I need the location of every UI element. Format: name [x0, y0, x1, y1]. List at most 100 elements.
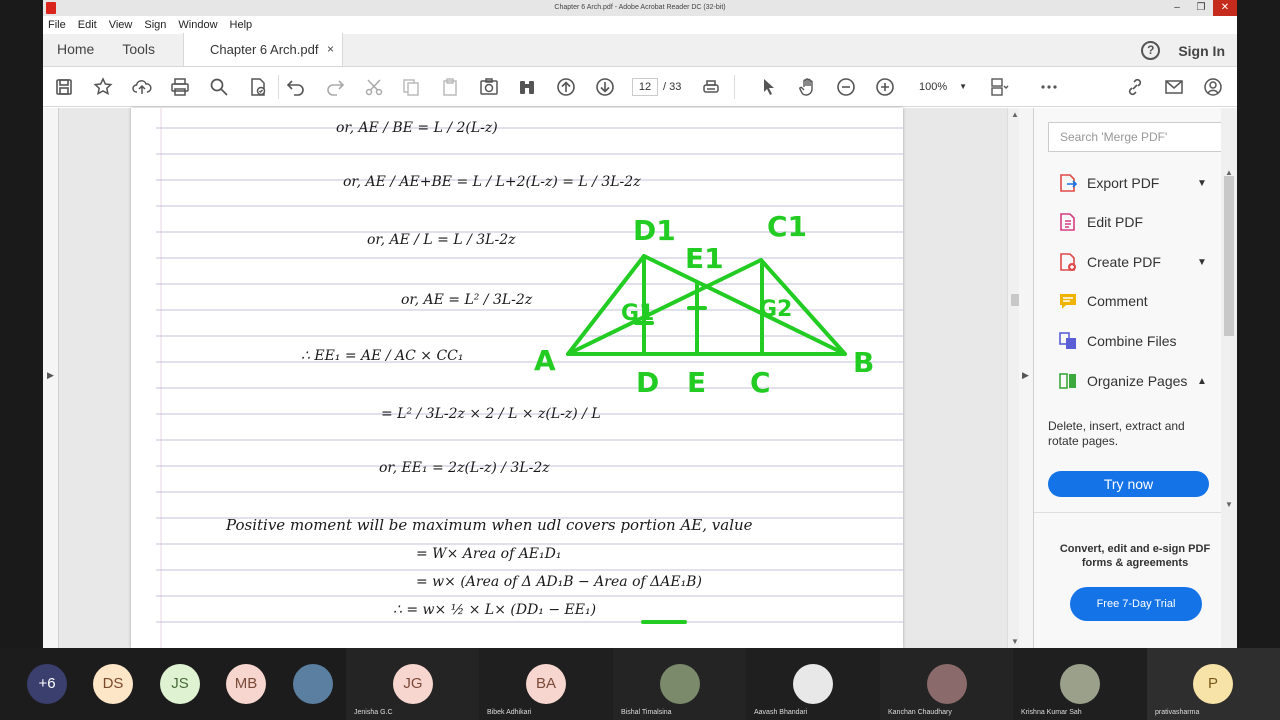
share-link-icon[interactable]	[1125, 77, 1145, 97]
copy-icon[interactable]	[401, 77, 421, 97]
help-icon[interactable]: ?	[1141, 41, 1161, 60]
next-page-icon[interactable]	[595, 77, 615, 97]
previous-page-icon[interactable]	[556, 77, 576, 97]
participant-tile[interactable]: P prativasharma	[1147, 648, 1280, 720]
participant-group: +6 DS JS MB	[0, 648, 346, 720]
cut-icon[interactable]	[364, 77, 384, 97]
free-trial-button[interactable]: Free 7-Day Trial	[1070, 587, 1202, 621]
minimize-button[interactable]: –	[1165, 0, 1189, 16]
tool-export-pdf[interactable]: Export PDF ▼	[1058, 171, 1207, 195]
read-aloud-icon[interactable]	[701, 77, 721, 97]
scroll-up-icon[interactable]: ▲	[1011, 110, 1019, 119]
tab-home[interactable]: Home	[43, 33, 108, 66]
try-now-button[interactable]: Try now	[1048, 471, 1209, 497]
diagram-labels: A B D E C D1 E1 C1 G1 G2	[534, 210, 874, 399]
expand-left-pane-icon[interactable]: ▶	[47, 370, 54, 381]
tool-edit-pdf[interactable]: Edit PDF	[1058, 210, 1143, 234]
avatar[interactable]: DS	[93, 664, 133, 704]
tool-comment[interactable]: Comment	[1058, 289, 1148, 313]
scrollbar-thumb[interactable]	[1224, 176, 1234, 336]
avatar	[660, 664, 700, 704]
cloud-upload-icon[interactable]	[132, 77, 152, 97]
avatar	[1060, 664, 1100, 704]
tool-export-pdf-label: Export PDF	[1087, 175, 1160, 191]
participant-name: Bishal Timalsina	[621, 709, 672, 716]
panel-divider	[1034, 512, 1224, 513]
tool-create-pdf[interactable]: Create PDF ▼	[1058, 250, 1207, 274]
save-icon[interactable]	[54, 77, 74, 97]
select-cursor-icon[interactable]	[759, 77, 779, 97]
avatar[interactable]	[293, 664, 333, 704]
tools-pane-scrollbar[interactable]: ▲ ▼	[1221, 108, 1237, 648]
participant-tile[interactable]: Aavash Bhandari	[746, 648, 880, 720]
avatar[interactable]: MB	[226, 664, 266, 704]
zoom-in-icon[interactable]	[875, 77, 895, 97]
tool-combine-files-label: Combine Files	[1087, 333, 1177, 349]
tab-document[interactable]: Chapter 6 Arch.pdf ×	[183, 33, 344, 66]
compare-icon[interactable]	[517, 77, 537, 97]
participant-name: prativasharma	[1155, 709, 1200, 716]
zoom-level-dropdown[interactable]: 100% ▼	[909, 78, 971, 96]
redo-icon[interactable]	[325, 77, 345, 97]
avatar[interactable]: JS	[160, 664, 200, 704]
sign-in-button[interactable]: Sign In	[1178, 43, 1225, 59]
tool-comment-label: Comment	[1087, 293, 1148, 309]
chevron-down-icon[interactable]: ▼	[1197, 257, 1207, 268]
zoom-level-value: 100%	[919, 81, 948, 93]
label-e1: E1	[685, 242, 724, 275]
menu-bar: File Edit View Sign Window Help	[43, 16, 1237, 34]
tab-tools[interactable]: Tools	[108, 33, 169, 66]
collapse-right-pane-icon[interactable]: ▶	[1022, 370, 1029, 381]
hand-tool-icon[interactable]	[798, 77, 818, 97]
toolbar-separator	[278, 75, 279, 99]
avatar: BA	[526, 664, 566, 704]
participant-tile[interactable]: Bishal Timalsina	[613, 648, 746, 720]
participant-tile[interactable]: Kanchan Chaudhary	[880, 648, 1013, 720]
page-number-input[interactable]: 12	[632, 78, 658, 96]
close-tab-icon[interactable]: ×	[327, 33, 334, 66]
page-display-icon[interactable]	[989, 77, 1009, 97]
right-pane-toggle[interactable]: ▶	[1019, 108, 1033, 648]
star-icon[interactable]	[93, 77, 113, 97]
participant-tile[interactable]: Krishna Kumar Sah	[1013, 648, 1147, 720]
note-line-6: = L² / 3L-2z × 2 / L × z(L-z) / L	[381, 406, 601, 422]
menu-sign[interactable]: Sign	[144, 19, 166, 31]
menu-file[interactable]: File	[48, 19, 66, 31]
menu-help[interactable]: Help	[230, 19, 253, 31]
meeting-participants-bar: +6 DS JS MB JG Jenisha G.C BA Bibek Adhi…	[0, 648, 1280, 720]
chevron-down-icon: ▼	[959, 82, 967, 91]
maximize-button[interactable]: ❐	[1189, 0, 1213, 16]
tools-search-input[interactable]: Search 'Merge PDF'	[1048, 122, 1224, 152]
email-icon[interactable]	[1164, 77, 1184, 97]
menu-window[interactable]: Window	[178, 19, 217, 31]
scroll-down-icon[interactable]: ▼	[1225, 500, 1233, 509]
acrobat-app-icon	[46, 2, 56, 14]
chevron-down-icon[interactable]: ▼	[1197, 178, 1207, 189]
snapshot-icon[interactable]	[479, 77, 499, 97]
scroll-down-icon[interactable]: ▼	[1011, 637, 1019, 646]
paste-icon[interactable]	[440, 77, 460, 97]
tool-combine-files[interactable]: Combine Files	[1058, 329, 1176, 353]
menu-view[interactable]: View	[109, 19, 133, 31]
tool-organize-pages[interactable]: Organize Pages ▲	[1058, 369, 1207, 393]
close-window-button[interactable]: ✕	[1213, 0, 1237, 16]
more-tools-icon[interactable]	[1039, 77, 1059, 97]
undo-icon[interactable]	[286, 77, 306, 97]
menu-edit[interactable]: Edit	[78, 19, 97, 31]
participant-tile[interactable]: BA Bibek Adhikari	[479, 648, 613, 720]
chevron-up-icon[interactable]: ▲	[1197, 376, 1207, 387]
participant-tile[interactable]: JG Jenisha G.C	[346, 648, 479, 720]
page-canvas: or, AE / BE = L / 2(L-z) or, AE / AE+BE …	[156, 108, 903, 648]
organize-description: Delete, insert, extract and rotate pages…	[1048, 419, 1185, 448]
print-icon[interactable]	[170, 77, 190, 97]
label-c1: C1	[767, 210, 807, 243]
combine-files-icon	[1059, 332, 1076, 349]
left-pane-toggle[interactable]: ▶	[43, 108, 59, 648]
label-g2: G2	[759, 297, 792, 322]
zoom-out-icon[interactable]	[836, 77, 856, 97]
add-user-icon[interactable]	[1203, 77, 1223, 97]
search-icon[interactable]	[209, 77, 229, 97]
more-participants-avatar[interactable]: +6	[27, 664, 67, 704]
document-viewport[interactable]: ▶ or, AE / BE = L / 2(L-z) or, AE / AE+B…	[43, 108, 1033, 648]
protect-icon[interactable]	[248, 77, 268, 97]
